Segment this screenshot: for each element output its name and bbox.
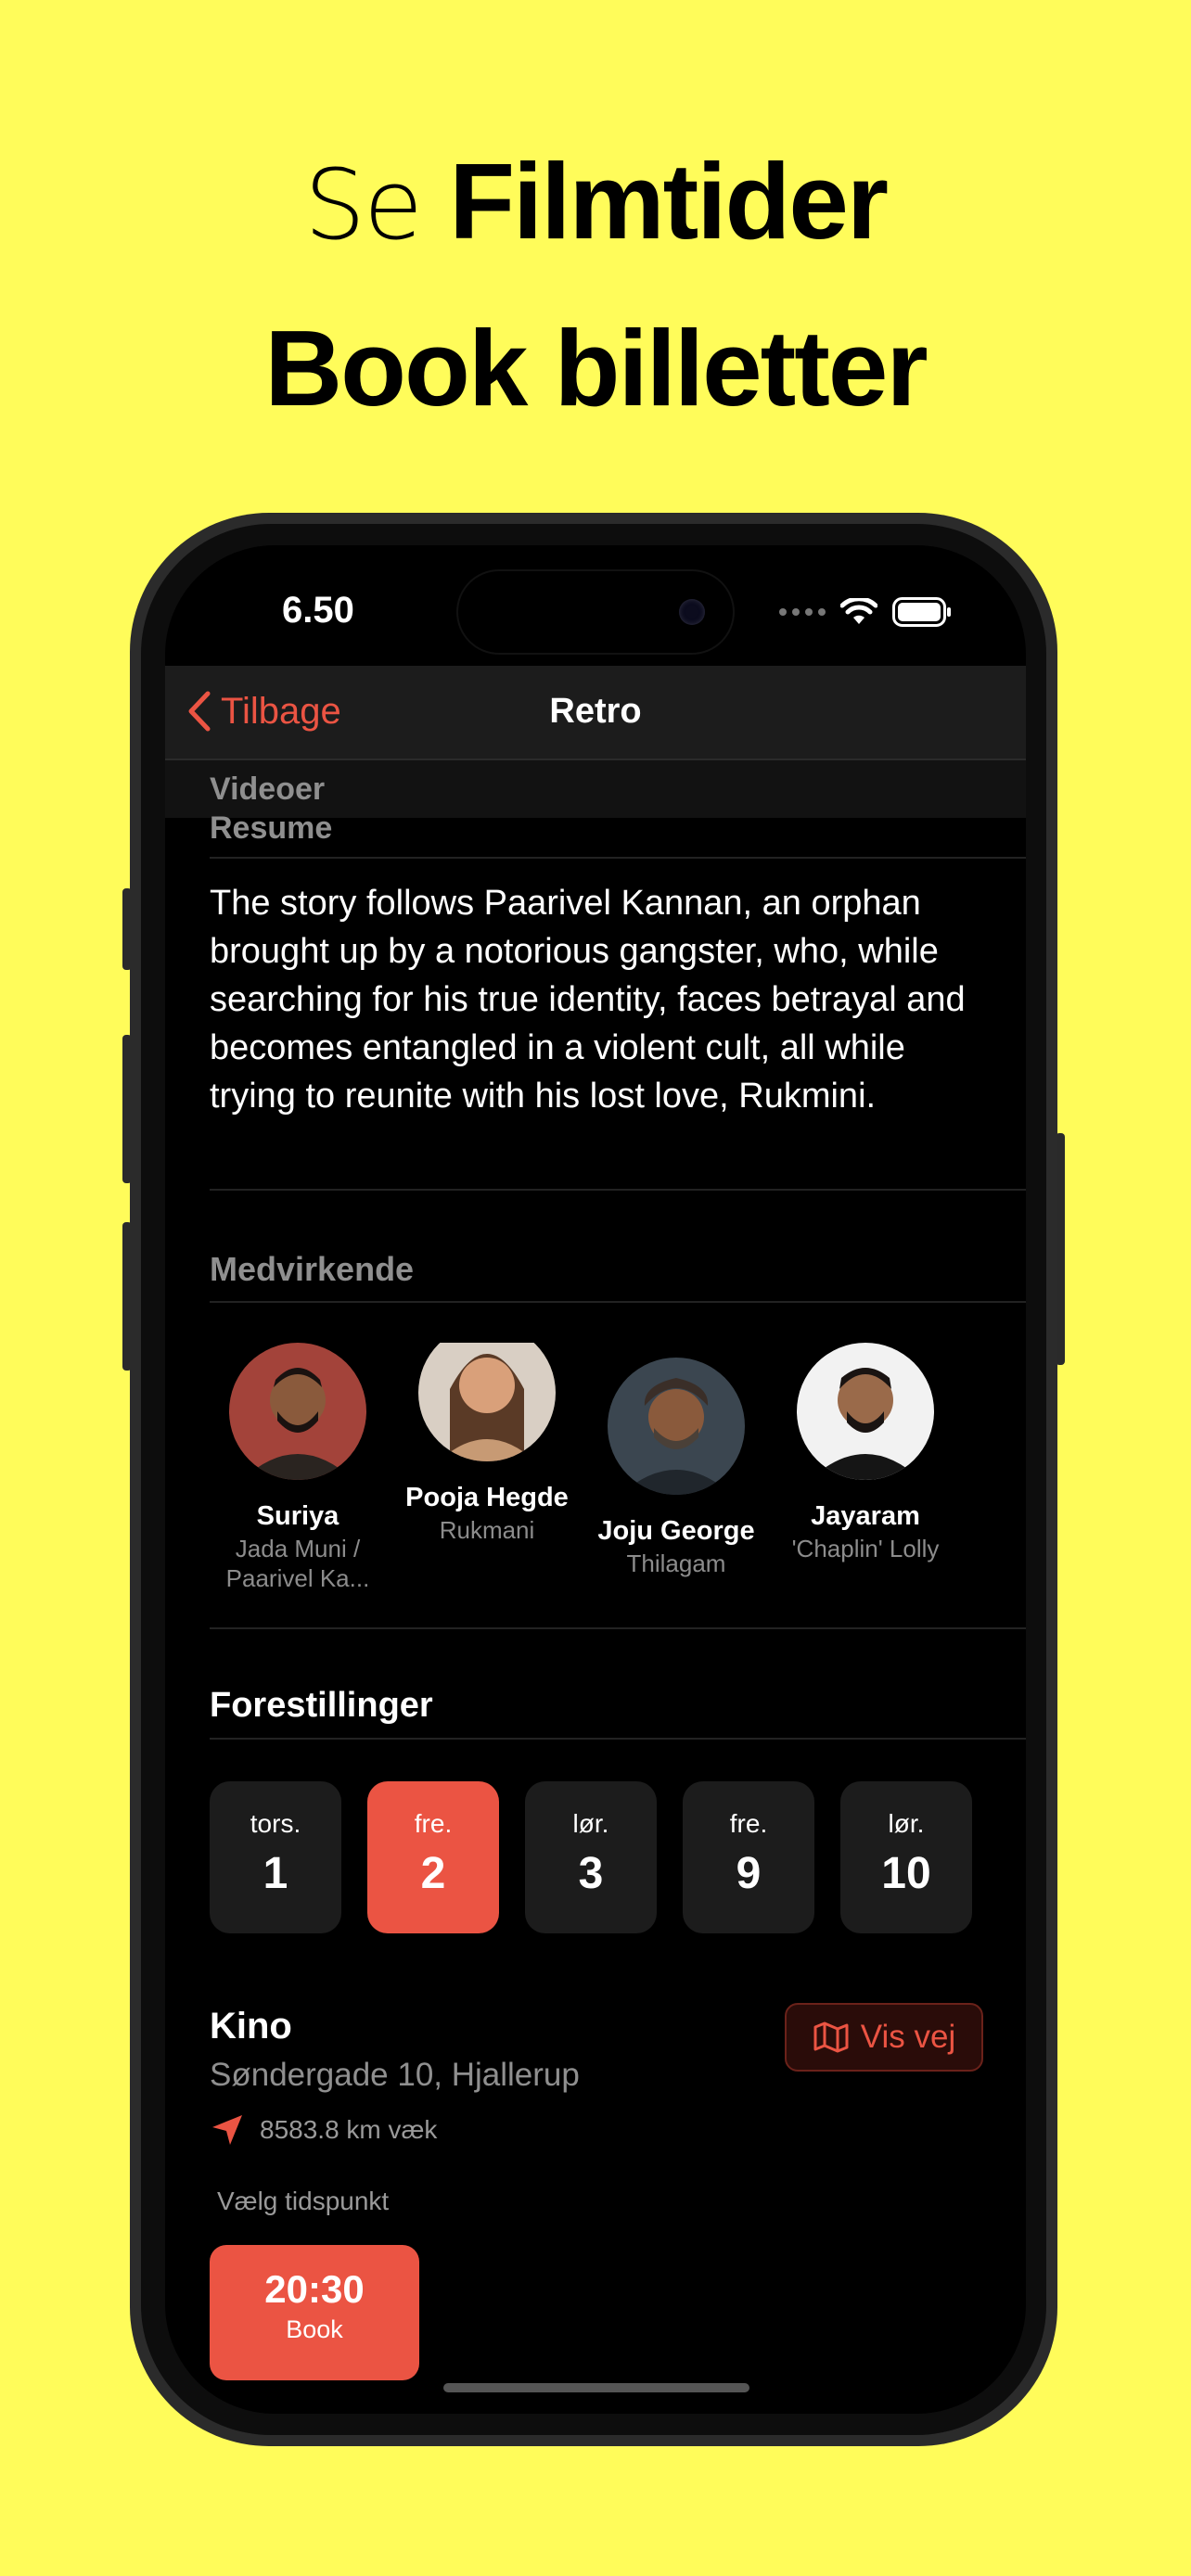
date-day: 3 [578, 1849, 604, 1898]
avatar [608, 1358, 745, 1495]
cast-name: Jayaram [811, 1501, 920, 1531]
status-icons [779, 597, 952, 627]
date-day: 2 [420, 1849, 446, 1898]
date-picker: tors. 1 fre. 2 lør. 3 fre. 9 lør. 10 [210, 1781, 972, 1933]
cast-member[interactable]: Pooja Hegde Rukmani [399, 1343, 575, 1545]
front-camera-icon [679, 599, 705, 625]
choose-time-label: Vælg tidspunkt [217, 2187, 390, 2215]
headline-showtimes: Filmtider [449, 141, 889, 261]
date-chip-selected[interactable]: fre. 2 [367, 1781, 499, 1933]
date-chip[interactable]: lør. 3 [525, 1781, 657, 1933]
showings-title: Forestillinger [210, 1686, 433, 1725]
cinema-distance: 8583.8 km væk [210, 2112, 437, 2148]
avatar [418, 1343, 556, 1461]
date-chip[interactable]: tors. 1 [210, 1781, 341, 1933]
distance-text: 8583.8 km væk [260, 2115, 438, 2144]
cast-role: Jada Muni / Paarivel Ka... [225, 1535, 370, 1592]
wifi-icon [840, 598, 877, 624]
directions-label: Vis vej [860, 2019, 956, 2055]
location-arrow-icon [212, 2115, 242, 2145]
phone-screen: 6.50 Tilbage Retro Videoer Resume The st… [165, 545, 1026, 2414]
cinema-name: Kino [210, 2006, 292, 2047]
cast-role: Thilagam [626, 1549, 726, 1577]
date-day: 1 [263, 1849, 288, 1898]
summary-text: The story follows Paarivel Kannan, an or… [210, 884, 966, 1116]
directions-button[interactable]: Vis vej [785, 2003, 983, 2072]
cast-role: 'Chaplin' Lolly [791, 1535, 940, 1562]
cast-member[interactable]: Joju George Thilagam [588, 1358, 764, 1578]
cast-carousel[interactable]: Suriya Jada Muni / Paarivel Ka... Pooja … [210, 1343, 980, 1621]
date-weekday: fre. [414, 1809, 453, 1838]
showtime-action: Book [286, 2315, 343, 2343]
map-icon [813, 2021, 849, 2053]
navigation-bar: Tilbage Retro [165, 666, 1026, 759]
date-chip[interactable]: fre. 9 [683, 1781, 814, 1933]
divider [210, 1738, 1026, 1740]
status-time: 6.50 [282, 590, 354, 631]
cinema-address: Søndergade 10, Hjallerup [210, 2057, 580, 2093]
date-day: 10 [881, 1849, 931, 1898]
date-weekday: lør. [888, 1809, 925, 1838]
cast-name: Pooja Hegde [405, 1483, 569, 1512]
dynamic-island [458, 571, 733, 653]
divider [210, 1301, 1026, 1303]
date-chip[interactable]: lør. 10 [840, 1781, 972, 1933]
cast-name: Suriya [256, 1501, 339, 1531]
summary-title: Resume [210, 810, 333, 846]
avatar [797, 1343, 934, 1480]
divider [210, 1627, 1026, 1629]
battery-icon [892, 597, 951, 627]
cast-member[interactable]: Suriya Jada Muni / Paarivel Ka... [210, 1343, 386, 1593]
date-day: 9 [736, 1849, 762, 1898]
page-title: Retro [549, 692, 642, 731]
cast-role: M [967, 1498, 980, 1528]
divider [210, 1189, 1026, 1191]
headline-see: Se [303, 148, 423, 261]
videos-title: Videoer [210, 772, 326, 807]
signal-icon [779, 608, 826, 616]
cast-title: Medvirkende [210, 1250, 415, 1288]
cast-member[interactable]: M [967, 1343, 980, 1528]
headline-line-2: Book billetter [264, 308, 928, 428]
home-indicator[interactable] [443, 2383, 749, 2392]
date-weekday: lør. [572, 1809, 609, 1838]
avatar [229, 1343, 366, 1480]
showtime-book-button[interactable]: 20:30 Book [210, 2245, 419, 2380]
cast-member[interactable]: Jayaram 'Chaplin' Lolly [777, 1343, 954, 1563]
divider [210, 857, 1026, 859]
cast-role: Rukmani [439, 1516, 535, 1544]
headline-line-1: Se Filmtider [0, 139, 1191, 263]
cast-name: Joju George [597, 1516, 755, 1546]
date-weekday: fre. [729, 1809, 768, 1838]
date-weekday: tors. [250, 1809, 301, 1838]
showtime-time: 20:30 [264, 2267, 365, 2311]
